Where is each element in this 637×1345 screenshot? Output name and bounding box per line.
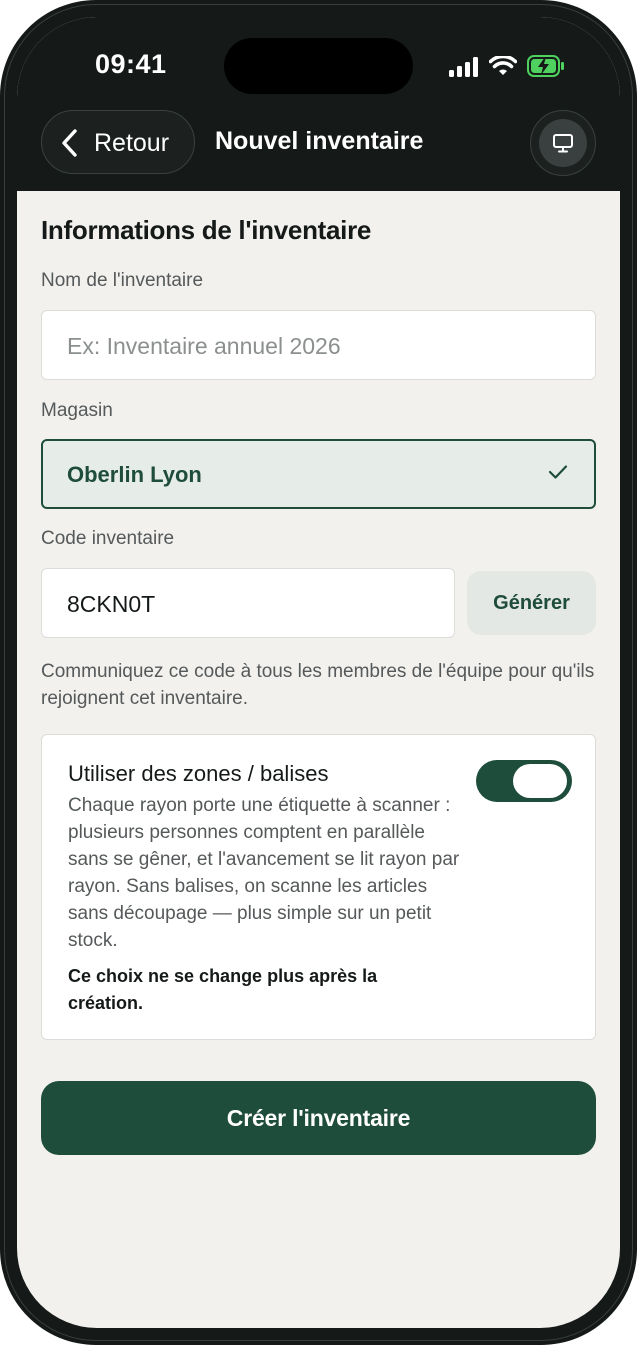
section-title: Informations de l'inventaire <box>41 215 372 245</box>
checkmark-icon <box>548 465 568 479</box>
monitor-button-inner <box>539 119 587 167</box>
name-input[interactable]: Ex: Inventaire annuel 2026 <box>41 310 596 380</box>
top-bar: 09:41 Retour Nouvel inventaire <box>17 17 620 191</box>
code-label: Code inventaire <box>41 528 175 549</box>
dynamic-island <box>224 38 413 94</box>
back-label: Retour <box>94 129 170 157</box>
code-helper-text: Communiquez ce code à tous les membres d… <box>41 661 595 709</box>
create-inventory-button[interactable]: Créer l'inventaire <box>41 1081 596 1155</box>
monitor-icon <box>553 134 573 153</box>
code-value: 8CKN0T <box>67 591 156 617</box>
zones-description: Chaque rayon porte une étiquette à scann… <box>68 795 460 951</box>
cellular-signal-icon <box>449 57 478 77</box>
store-label: Magasin <box>41 400 113 421</box>
battery-charging-icon <box>527 55 564 77</box>
zones-title: Utiliser des zones / balises <box>68 761 329 786</box>
store-selected-value: Oberlin Lyon <box>67 462 202 487</box>
code-input[interactable]: 8CKN0T <box>41 568 455 638</box>
phone-frame: 09:41 Retour Nouvel inventaire Informati… <box>0 0 637 1345</box>
page-title: Nouvel inventaire <box>215 127 424 155</box>
monitor-button[interactable] <box>530 110 596 176</box>
app-screen: 09:41 Retour Nouvel inventaire Informati… <box>17 17 620 1328</box>
zones-toggle[interactable] <box>476 760 572 802</box>
store-select[interactable]: Oberlin Lyon <box>41 439 596 509</box>
generate-label: Générer <box>493 592 570 614</box>
back-button[interactable]: Retour <box>41 110 195 174</box>
create-inventory-label: Créer l'inventaire <box>226 1105 411 1131</box>
toggle-knob <box>513 764 567 798</box>
generate-button[interactable]: Générer <box>467 571 596 635</box>
zones-note: Ce choix ne se change plus après la créa… <box>68 966 378 1013</box>
status-time: 09:41 <box>95 49 167 79</box>
wifi-icon <box>489 56 517 75</box>
chevron-left-icon <box>62 129 77 157</box>
zones-card: Utiliser des zones / balises Chaque rayo… <box>41 734 596 1040</box>
name-input-placeholder: Ex: Inventaire annuel 2026 <box>67 333 341 359</box>
name-label: Nom de l'inventaire <box>41 270 204 291</box>
